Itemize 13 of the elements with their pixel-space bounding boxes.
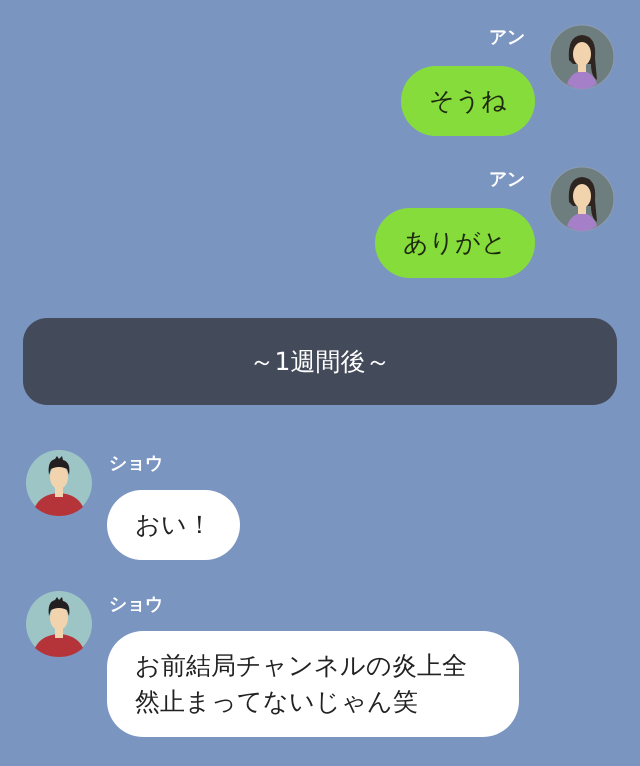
message-bubble: ありがと <box>375 208 535 278</box>
sender-name: ショウ <box>109 594 163 615</box>
avatar-icon <box>25 449 93 517</box>
avatar-icon <box>549 166 615 232</box>
sender-name: アン <box>489 169 525 190</box>
message-bubble: おい！ <box>107 490 240 560</box>
avatar-icon <box>549 24 615 90</box>
date-divider: ～1週間後～ <box>23 318 617 405</box>
sender-name: アン <box>489 27 525 48</box>
avatar-icon <box>25 590 93 658</box>
sender-name: ショウ <box>109 453 163 474</box>
message-bubble: そうね <box>401 66 535 136</box>
message-bubble: お前結局チャンネルの炎上全然止まってないじゃん笑 <box>107 631 519 737</box>
